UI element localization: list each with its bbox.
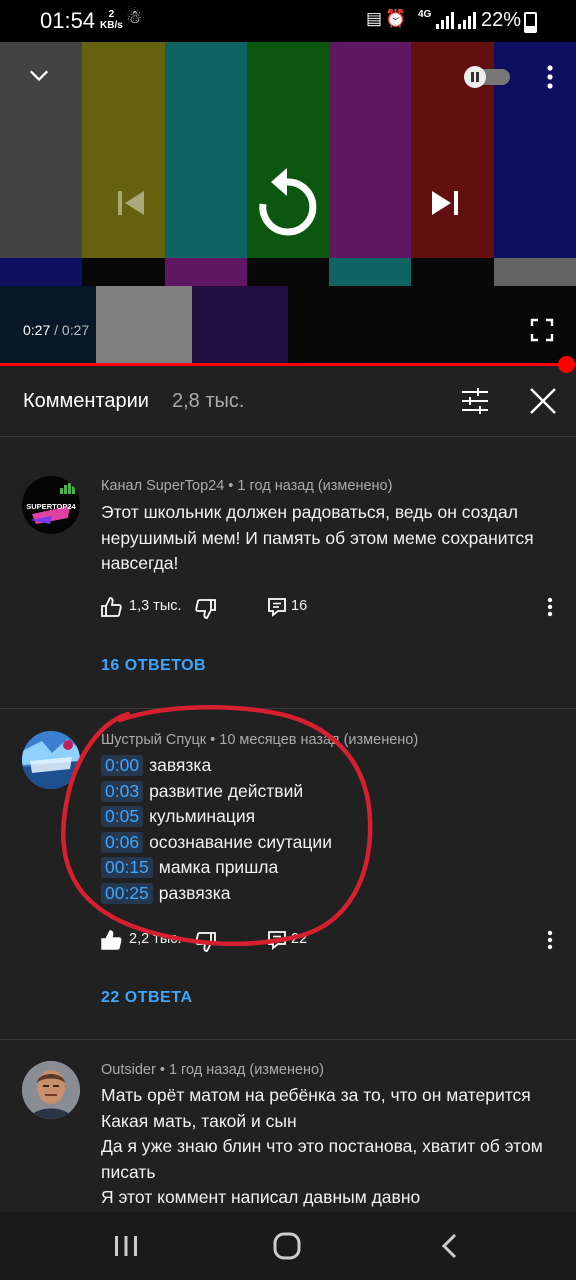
- comment-line: Мать орёт матом на ребёнка за то, что он…: [101, 1085, 531, 1105]
- comment-line: навсегда!: [101, 553, 179, 573]
- comment-line: Да я уже знаю блин что это постанова, хв…: [101, 1136, 543, 1156]
- avatar[interactable]: [22, 1061, 80, 1119]
- like-count: 1,3 тыс.: [129, 598, 182, 614]
- comment-time: 1 год назад (изменено): [237, 478, 393, 494]
- autoplay-toggle[interactable]: [462, 66, 512, 88]
- timestamp-label: развитие действий: [149, 780, 304, 801]
- chevron-down-icon[interactable]: [28, 64, 50, 86]
- comment-time: 10 месяцев назад (изменено): [219, 732, 419, 748]
- time-separator: /: [54, 322, 59, 338]
- timestamp-row: 0:06 осознавание сиутации: [101, 830, 561, 856]
- timestamp-label: осознавание сиутации: [149, 831, 332, 852]
- replay-icon[interactable]: [254, 166, 320, 238]
- comment-author[interactable]: Шустрый Спуцк: [101, 732, 206, 748]
- network-speed-value: 2: [108, 9, 115, 20]
- more-vert-icon[interactable]: [540, 62, 560, 92]
- more-vert-icon[interactable]: [544, 594, 556, 622]
- view-replies-button[interactable]: 16 ОТВЕТОВ: [101, 657, 206, 675]
- timestamp-row: 0:05 кульминация: [101, 804, 561, 830]
- close-icon[interactable]: [528, 386, 558, 416]
- timestamp-link[interactable]: 0:03: [101, 780, 144, 802]
- avatar[interactable]: [22, 731, 80, 789]
- alarm-icon: ▤⏰: [366, 9, 410, 28]
- supertop-logo: SUPERTOP24: [26, 483, 77, 524]
- battery-icon: [524, 12, 537, 33]
- time-display: 0:27 / 0:27: [23, 322, 89, 338]
- avatar-label: SUPERTOP24: [26, 502, 76, 511]
- navigation-bar: [0, 1212, 576, 1280]
- fullscreen-icon[interactable]: [530, 318, 554, 342]
- clock: 01:54: [40, 8, 96, 33]
- timestamp-link[interactable]: 00:15: [101, 857, 153, 879]
- more-vert-icon[interactable]: [544, 927, 556, 955]
- network-speed: 2 KB/s: [100, 9, 123, 31]
- reply-icon[interactable]: [266, 929, 288, 951]
- timestamp-link[interactable]: 0:06: [101, 831, 144, 853]
- comment-time: 1 год назад (изменено): [168, 1062, 324, 1078]
- reply-count: 22: [291, 931, 308, 947]
- reply-icon[interactable]: [266, 596, 288, 618]
- battery-percent: 22%: [481, 9, 522, 31]
- timestamp-row: 00:15 мамка пришла: [101, 855, 561, 881]
- network-type: 4G: [418, 9, 432, 20]
- timestamp-link[interactable]: 00:25: [101, 882, 153, 904]
- status-bar: 01:54 2 KB/s ☃ ▤⏰ 4G 22%: [0, 0, 576, 42]
- video-player[interactable]: 0:27 / 0:27: [0, 42, 576, 364]
- comment-text: Мать орёт матом на ребёнка за то, что он…: [101, 1083, 571, 1211]
- network-speed-unit: KB/s: [100, 20, 123, 31]
- previous-icon[interactable]: [114, 186, 148, 220]
- comment-line: Этот школьник должен радоваться, ведь он…: [101, 502, 519, 522]
- comment-line: нерушимый мем! И память об этом меме сох…: [101, 527, 534, 548]
- comment-meta: Шустрый Спуцк • 10 месяцев назад (измене…: [101, 732, 419, 748]
- back-icon[interactable]: [438, 1232, 462, 1260]
- timestamp-link[interactable]: 0:00: [101, 755, 144, 777]
- recent-apps-icon[interactable]: [113, 1234, 139, 1258]
- comment-author[interactable]: Канал SuperTop24: [101, 478, 224, 494]
- duration: 0:27: [61, 322, 90, 338]
- view-replies-button[interactable]: 22 ОТВЕТА: [101, 989, 193, 1007]
- like-count: 2,2 тыс.: [129, 931, 182, 947]
- timestamp-label: завязка: [149, 755, 212, 775]
- comment-line: Я этот коммент написал давным давно: [101, 1187, 421, 1207]
- comments-header: Комментарии 2,8 тыс.: [0, 366, 576, 437]
- signal-icon-2: [458, 12, 476, 29]
- next-icon[interactable]: [428, 186, 462, 220]
- timestamp-link[interactable]: 0:05: [101, 806, 144, 828]
- reply-count: 16: [291, 598, 308, 614]
- comments-count: 2,8 тыс.: [172, 390, 245, 412]
- thumb-down-icon[interactable]: [195, 931, 217, 953]
- timestamp-row: 0:00 завязка: [101, 753, 561, 779]
- comment-meta: Outsider • 1 год назад (изменено): [101, 1062, 324, 1078]
- comment-line: писать: [101, 1161, 156, 1182]
- avatar[interactable]: SUPERTOP24: [22, 476, 80, 534]
- comment-meta: Канал SuperTop24 • 1 год назад (изменено…: [101, 478, 393, 494]
- signal-icon: [436, 12, 454, 29]
- current-time: 0:27: [23, 322, 51, 338]
- comment-actions: 1,3 тыс. 16: [100, 594, 560, 624]
- comment-line: Какая мать, такой и сын: [101, 1110, 297, 1131]
- timestamp-label: кульминация: [149, 806, 256, 826]
- filter-icon[interactable]: [460, 386, 490, 416]
- comment-text: Этот школьник должен радоваться, ведь он…: [101, 500, 561, 577]
- thumb-up-icon[interactable]: [100, 596, 122, 618]
- thumb-down-icon[interactable]: [195, 598, 217, 620]
- avatar-face: [22, 1061, 80, 1119]
- avatar-art: [22, 731, 80, 789]
- divider: [0, 708, 576, 709]
- comments-title: Комментарии: [23, 390, 149, 412]
- comment-text: 0:00 завязка 0:03 развитие действий 0:05 ку…: [101, 753, 561, 906]
- notification-icon: ☃: [126, 7, 143, 27]
- timestamp-row: 00:25 развязка: [101, 881, 561, 907]
- thumb-up-filled-icon[interactable]: [100, 929, 122, 951]
- home-icon[interactable]: [272, 1232, 302, 1260]
- divider: [0, 1039, 576, 1040]
- timestamp-row: 0:03 развитие действий: [101, 779, 561, 805]
- comment-actions: 2,2 тыс. 22: [100, 927, 560, 957]
- comment-author[interactable]: Outsider: [101, 1062, 156, 1078]
- timestamp-label: развязка: [158, 882, 231, 903]
- timestamp-label: мамка пришла: [158, 857, 279, 877]
